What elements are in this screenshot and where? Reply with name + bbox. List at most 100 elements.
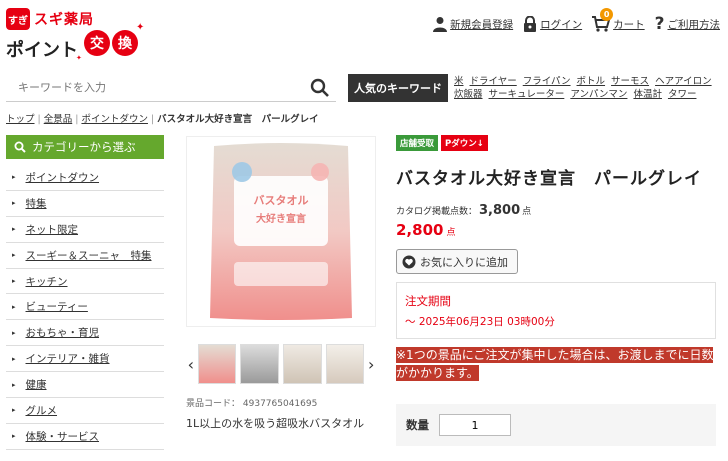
category-item-label[interactable]: グルメ <box>26 403 58 418</box>
user-icon <box>433 17 448 32</box>
logo-point-text: ポイント <box>6 40 78 61</box>
popular-keywords-list: 米ドライヤー フライパン ボトル サーモス ヘアアイロン 炊飯器 サーキュレーター アンパン… <box>454 75 724 101</box>
category-item-label[interactable]: ネット限定 <box>26 222 79 237</box>
category-item[interactable]: ▸ 体験・サービス <box>6 424 164 450</box>
guide-link[interactable]: ? ご利用方法 <box>655 14 720 34</box>
category-item-label[interactable]: ビューティー <box>26 299 88 314</box>
keyword-link[interactable]: タワー <box>668 89 697 100</box>
keyword-link[interactable]: 米 <box>454 76 464 87</box>
order-notice: ※1つの景品にご注文が集中した場合は、お渡しまでに日数がかかります。 <box>396 346 716 382</box>
cart-count-badge: 0 <box>600 8 614 21</box>
keyword-link[interactable]: ヘアアイロン <box>655 76 712 87</box>
breadcrumb-separator: | <box>75 114 79 125</box>
catalog-points-label: カタログ掲載点数： <box>396 207 478 217</box>
category-item[interactable]: ▸ グルメ <box>6 398 164 424</box>
triangle-right-icon: ▸ <box>12 199 16 208</box>
product-price: 2,800 点 <box>396 221 455 239</box>
search-icon[interactable] <box>310 78 330 98</box>
keyword-link[interactable]: 体温計 <box>633 89 662 100</box>
category-item[interactable]: ▸ 健康 <box>6 372 164 399</box>
category-item-label[interactable]: インテリア・雑貨 <box>26 351 110 366</box>
guide-link-label[interactable]: ご利用方法 <box>668 17 721 32</box>
category-item[interactable]: ▸ インテリア・雑貨 <box>6 346 164 373</box>
thumbnail[interactable] <box>240 344 279 384</box>
category-item-label[interactable]: 健康 <box>26 377 47 392</box>
category-item[interactable]: ▸ ネット限定 <box>6 217 164 243</box>
catalog-points: カタログ掲載点数： 3,800 点 <box>396 203 531 218</box>
keyword-link[interactable]: 炊飯器 <box>454 89 483 100</box>
category-item-label[interactable]: キッチン <box>26 274 68 289</box>
keyword-link[interactable]: サーキュレーター <box>489 89 565 100</box>
keyword-link[interactable]: フライパン <box>523 76 571 87</box>
register-link[interactable]: 新規会員登録 <box>433 16 513 32</box>
breadcrumb-current: バスタオル大好き宣言 パールグレイ <box>157 114 319 125</box>
breadcrumb-link[interactable]: トップ <box>6 114 35 125</box>
catalog-points-unit: 点 <box>522 207 532 217</box>
breadcrumb-link[interactable]: 全景品 <box>44 114 73 125</box>
top-navigation: 新規会員登録 ログイン 0 カート ? ご利用方法 <box>433 8 720 34</box>
breadcrumb-link[interactable]: ポイントダウン <box>81 114 148 125</box>
category-item[interactable]: ▸ スーギー＆スーニャ 特集 <box>6 243 164 269</box>
cart-link-label[interactable]: カート <box>613 17 645 32</box>
breadcrumb-separator: | <box>150 114 155 125</box>
register-link-label[interactable]: 新規会員登録 <box>450 17 513 32</box>
category-header[interactable]: カテゴリーから選ぶ <box>6 135 164 159</box>
keyword-link[interactable]: ボトル <box>577 76 606 87</box>
lock-icon <box>524 16 537 32</box>
breadcrumb: トップ | 全景品 | ポイントダウン | バスタオル大好き宣言 パールグレイ <box>6 111 319 125</box>
keyword-link[interactable]: アンパンマン <box>570 89 627 100</box>
product-tags: 店舗受取 Pダウン↓ <box>396 135 488 151</box>
category-header-label: カテゴリーから選ぶ <box>32 140 136 154</box>
category-item[interactable]: ▸ ポイントダウン <box>6 165 164 191</box>
thumbnail[interactable] <box>283 344 322 384</box>
order-period-label: 注文期間 <box>405 294 451 308</box>
site-logo[interactable]: すぎ スギ薬局 ポイント 交 換 ✦ ✦ <box>6 6 156 62</box>
towel-package-illustration: バスタオル 大好き宣言 <box>210 142 352 320</box>
sparkle-icon: ✦ <box>136 22 145 33</box>
category-item[interactable]: ▸ おもちゃ・育児 <box>6 320 164 347</box>
product-thumbnails: ‹ › <box>186 342 376 386</box>
search-input[interactable] <box>6 81 296 94</box>
login-link[interactable]: ログイン <box>523 16 582 32</box>
category-item-label[interactable]: 特集 <box>26 196 47 211</box>
triangle-right-icon: ▸ <box>12 251 16 260</box>
order-notice-text: ※1つの景品にご注文が集中した場合は、お渡しまでに日数がかかります。 <box>396 347 714 381</box>
login-link-label[interactable]: ログイン <box>540 17 582 32</box>
svg-text:バスタオル: バスタオル <box>254 194 309 207</box>
triangle-right-icon: ▸ <box>12 328 16 337</box>
product-code-label: 景品コード： <box>186 399 241 409</box>
question-icon: ? <box>654 14 665 34</box>
thumbnail[interactable] <box>197 344 237 384</box>
keyword-link[interactable]: ドライヤー <box>470 76 517 87</box>
store-pickup-tag: 店舗受取 <box>396 135 439 151</box>
triangle-right-icon: ▸ <box>12 354 16 363</box>
logo-koukan-char-1: 交 <box>84 30 110 56</box>
catalog-points-value: 3,800 <box>479 203 521 218</box>
category-item-label[interactable]: おもちゃ・育児 <box>26 325 100 340</box>
chevron-left-icon[interactable]: ‹ <box>186 355 196 374</box>
quantity-label: 数量 <box>406 418 429 432</box>
popular-keywords-title: 人気のキーワード <box>348 74 448 102</box>
svg-text:大好き宣言: 大好き宣言 <box>256 212 306 225</box>
keyword-link[interactable]: サーモス <box>611 76 649 87</box>
product-main-image[interactable]: バスタオル 大好き宣言 <box>186 136 376 327</box>
category-item[interactable]: ▸ 特集 <box>6 191 164 217</box>
chevron-right-icon[interactable]: › <box>366 355 376 374</box>
add-favorite-label: お気に入りに追加 <box>420 255 508 269</box>
sparkle-icon: ✦ <box>76 54 82 62</box>
category-item-label[interactable]: ポイントダウン <box>26 170 100 185</box>
thumbnail[interactable] <box>325 344 365 384</box>
triangle-right-icon: ▸ <box>12 225 16 234</box>
category-item[interactable]: ▸ ビューティー <box>6 294 164 321</box>
search-bar <box>6 74 336 102</box>
category-item-label[interactable]: 体験・サービス <box>26 429 100 444</box>
cart-link[interactable]: 0 カート <box>592 8 645 32</box>
category-list: ▸ ポイントダウン ▸ 特集 ▸ ネット限定 ▸ スーギー＆スーニャ 特集 ▸ キッチン … <box>6 165 164 450</box>
brand-name: スギ薬局 <box>34 12 94 28</box>
add-favorite-button[interactable]: お気に入りに追加 <box>396 249 518 274</box>
category-item[interactable]: ▸ キッチン <box>6 269 164 295</box>
search-icon <box>14 141 26 153</box>
category-item-label[interactable]: スーギー＆スーニャ 特集 <box>26 248 152 263</box>
quantity-input[interactable] <box>439 414 511 436</box>
quantity-box: 数量 <box>396 404 716 446</box>
